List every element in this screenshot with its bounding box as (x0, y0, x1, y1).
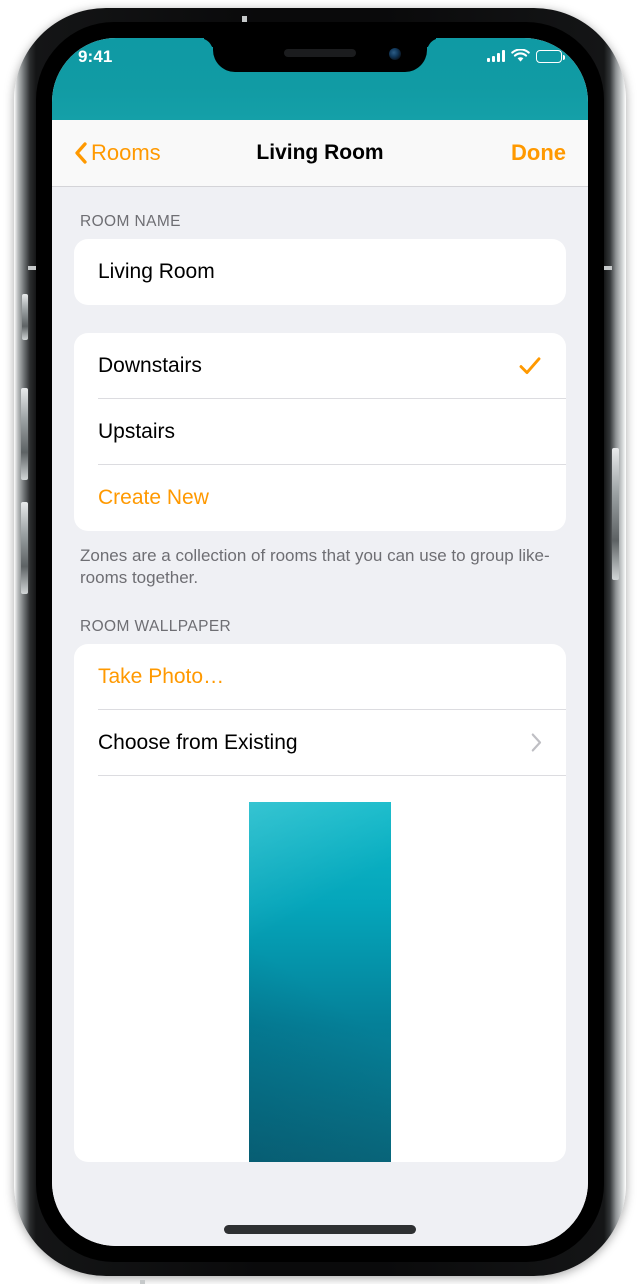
status-bar-time: 9:41 (78, 46, 113, 66)
status-bar: 9:41 (52, 38, 588, 72)
back-button-rooms[interactable]: Rooms (74, 140, 161, 166)
wallpaper-actions-card: Take Photo… Choose from Existing (74, 643, 566, 1162)
zones-card: Downstairs Upstairs Create New (74, 333, 566, 531)
room-name-field-row[interactable]: Living Room (74, 239, 566, 305)
cellular-signal-icon (487, 50, 505, 62)
chevron-right-icon (531, 733, 542, 752)
checkmark-icon (519, 357, 541, 375)
choose-from-existing-label: Choose from Existing (98, 730, 298, 754)
chevron-left-icon (75, 142, 87, 164)
navigation-bar: Rooms Living Room Done (52, 120, 588, 186)
zone-label-downstairs: Downstairs (98, 354, 202, 377)
zone-row-downstairs[interactable]: Downstairs (74, 333, 566, 399)
status-bar-indicators (487, 47, 565, 63)
antenna-band-bottom (140, 1280, 145, 1284)
zone-row-upstairs[interactable]: Upstairs (74, 399, 566, 465)
take-photo-label: Take Photo… (98, 664, 225, 688)
home-indicator[interactable] (224, 1225, 416, 1234)
screenshot-stage: 9:41 Rooms Living Room Done ROOM NAME Li… (0, 0, 640, 1284)
take-photo-row[interactable]: Take Photo… (74, 644, 566, 710)
create-new-zone-label: Create New (98, 486, 209, 509)
section-header-room-wallpaper: ROOM WALLPAPER (80, 617, 232, 635)
volume-down-button[interactable] (21, 502, 28, 594)
zone-label-upstairs: Upstairs (98, 420, 176, 443)
iphone-device-frame: 9:41 Rooms Living Room Done ROOM NAME Li… (14, 8, 626, 1284)
done-button[interactable]: Done (511, 140, 566, 166)
zone-row-create-new[interactable]: Create New (74, 465, 566, 531)
phone-screen: 9:41 Rooms Living Room Done ROOM NAME Li… (52, 38, 588, 1246)
section-header-room-name: ROOM NAME (80, 213, 181, 230)
room-wallpaper-preview[interactable] (249, 801, 391, 1162)
zones-footnote: Zones are a collection of rooms that you… (80, 546, 550, 588)
spacer-zones (52, 305, 588, 333)
settings-content: ROOM NAME Living Room Downstairs Upstair… (52, 186, 588, 1246)
side-power-button[interactable] (612, 448, 619, 580)
battery-full-icon (536, 49, 565, 63)
wallpaper-preview-container (74, 776, 566, 1162)
room-name-input[interactable]: Living Room (98, 260, 215, 284)
volume-up-button[interactable] (21, 388, 28, 480)
mute-switch-button[interactable] (22, 294, 28, 340)
back-button-label: Rooms (91, 140, 161, 165)
room-name-card: Living Room (74, 239, 566, 305)
row-separator (98, 774, 566, 776)
choose-from-existing-row[interactable]: Choose from Existing (74, 710, 566, 776)
wifi-icon (511, 49, 530, 62)
